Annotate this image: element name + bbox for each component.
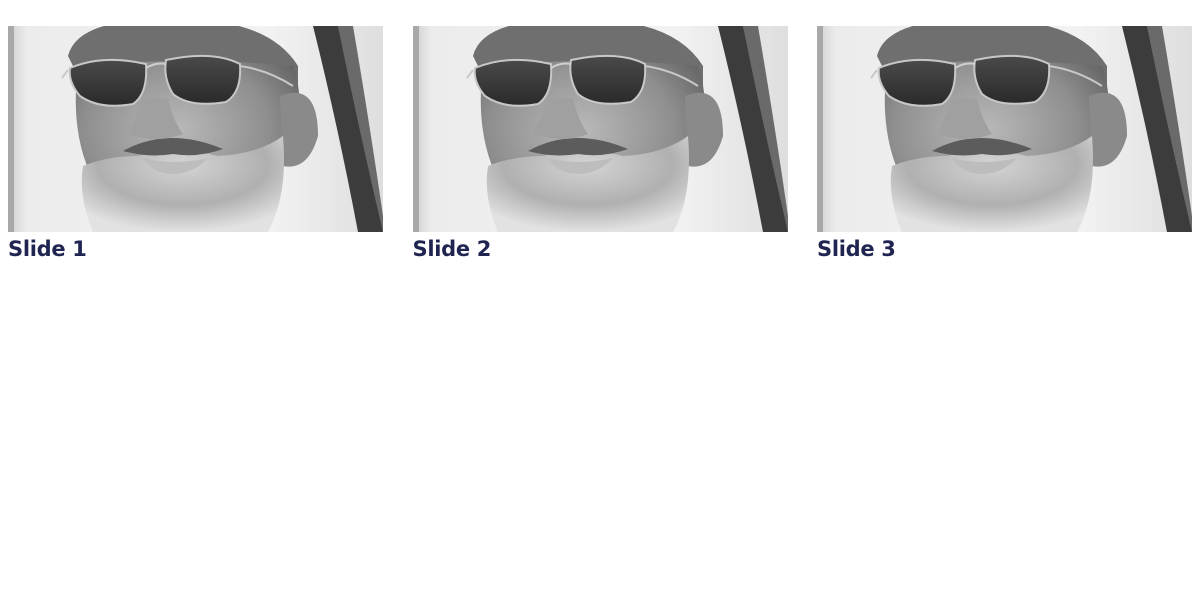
slide-image-2[interactable]	[412, 26, 788, 232]
slide-title-3[interactable]: Slide 3	[817, 236, 1192, 262]
slide-card-3[interactable]: Slide 3	[817, 26, 1192, 262]
portrait-photo	[8, 26, 383, 232]
slide-title-2[interactable]: Slide 2	[413, 236, 788, 262]
slide-title-1[interactable]: Slide 1	[8, 236, 383, 262]
portrait-photo	[817, 26, 1192, 232]
slide-card-1[interactable]: Slide 1	[8, 26, 383, 262]
slide-image-3[interactable]	[817, 26, 1192, 232]
slide-image-1[interactable]	[8, 26, 383, 232]
slides-row: Slide 1 Slide 2 Slide 3	[8, 26, 1192, 262]
slide-card-2[interactable]: Slide 2	[412, 26, 788, 262]
portrait-photo	[412, 26, 788, 232]
